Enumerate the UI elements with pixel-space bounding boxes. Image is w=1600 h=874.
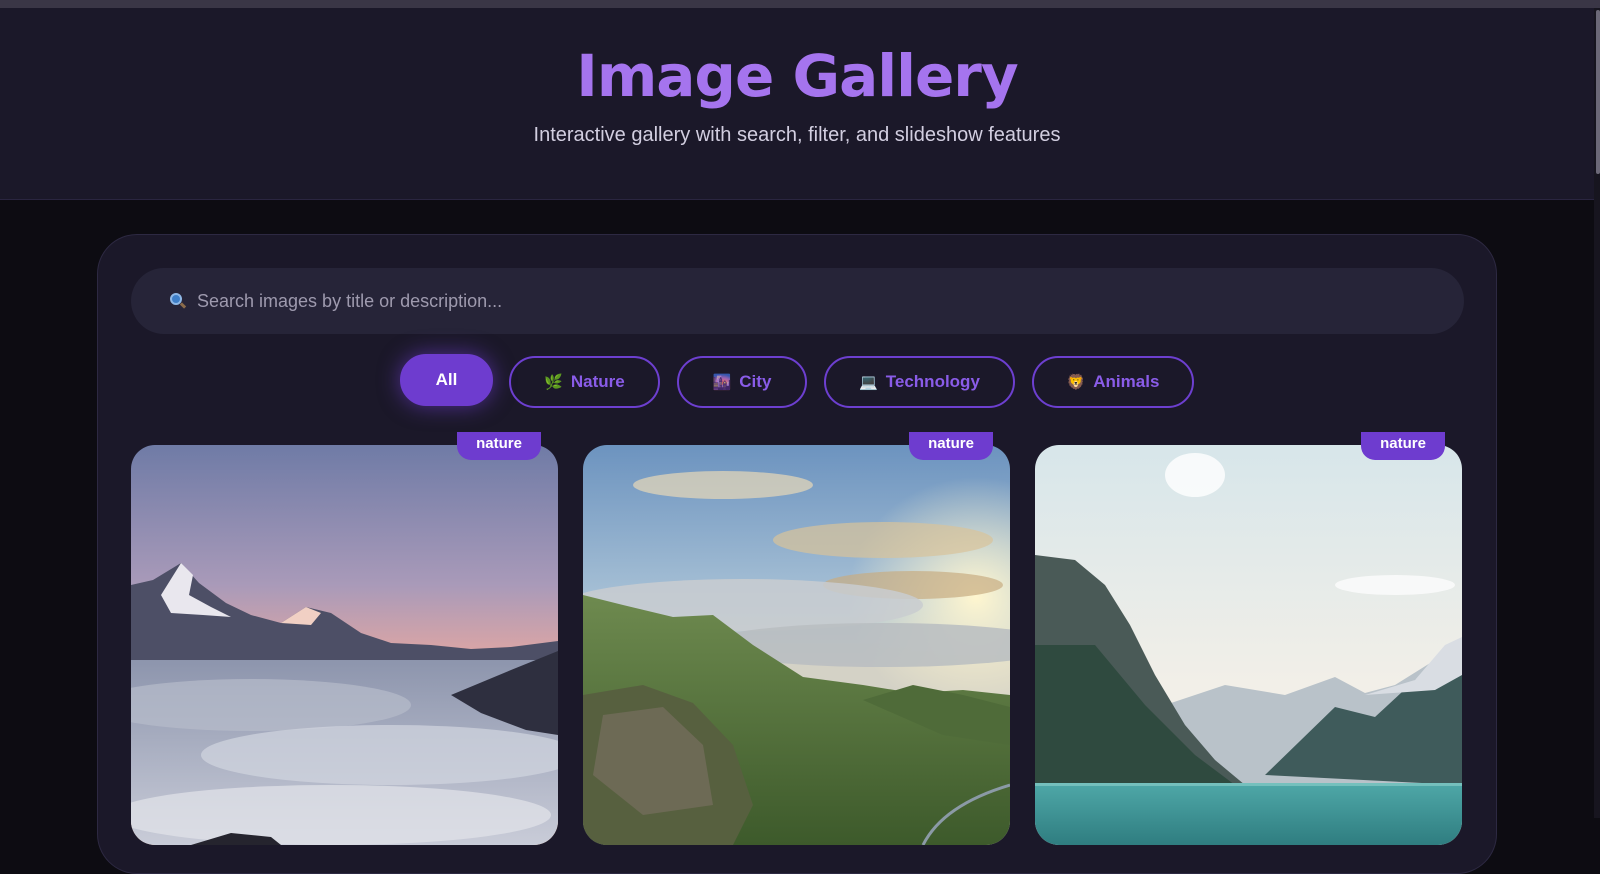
filter-label: Technology bbox=[885, 372, 980, 391]
gallery-card[interactable] bbox=[1035, 445, 1462, 845]
page-header: Image Gallery Interactive gallery with s… bbox=[0, 8, 1594, 200]
card-image bbox=[1035, 445, 1462, 845]
browser-top-strip bbox=[0, 0, 1600, 8]
category-badge: nature bbox=[457, 432, 541, 460]
category-badge: nature bbox=[909, 432, 993, 460]
filter-label: City bbox=[739, 372, 772, 391]
gallery-card[interactable] bbox=[583, 445, 1010, 845]
filter-technology-button[interactable]: 💻 Technology bbox=[824, 356, 1015, 408]
page-subtitle: Interactive gallery with search, filter,… bbox=[533, 124, 1061, 146]
filter-label: All bbox=[435, 370, 458, 389]
laptop-icon: 💻 bbox=[859, 374, 878, 391]
search-icon bbox=[169, 292, 187, 310]
leaf-icon: 🌿 bbox=[544, 374, 563, 391]
scrollbar-thumb[interactable] bbox=[1596, 10, 1600, 174]
filter-label: Animals bbox=[1093, 372, 1160, 391]
page-title: Image Gallery bbox=[576, 42, 1018, 110]
search-input[interactable] bbox=[197, 290, 1437, 312]
card-image bbox=[131, 445, 558, 845]
filter-bar: All 🌿 Nature 🌆 City 💻 Technology 🦁 Anima… bbox=[0, 354, 1600, 416]
filter-all-button[interactable]: All bbox=[400, 354, 493, 406]
filter-label: Nature bbox=[570, 372, 625, 391]
search-bar[interactable] bbox=[131, 268, 1464, 334]
card-image bbox=[583, 445, 1010, 845]
filter-animals-button[interactable]: 🦁 Animals bbox=[1032, 356, 1194, 408]
filter-city-button[interactable]: 🌆 City bbox=[677, 356, 807, 408]
gallery-card[interactable] bbox=[131, 445, 558, 845]
lion-icon: 🦁 bbox=[1066, 374, 1086, 391]
filter-nature-button[interactable]: 🌿 Nature bbox=[509, 356, 660, 408]
category-badge: nature bbox=[1361, 432, 1445, 460]
cityscape-icon: 🌆 bbox=[712, 374, 732, 391]
